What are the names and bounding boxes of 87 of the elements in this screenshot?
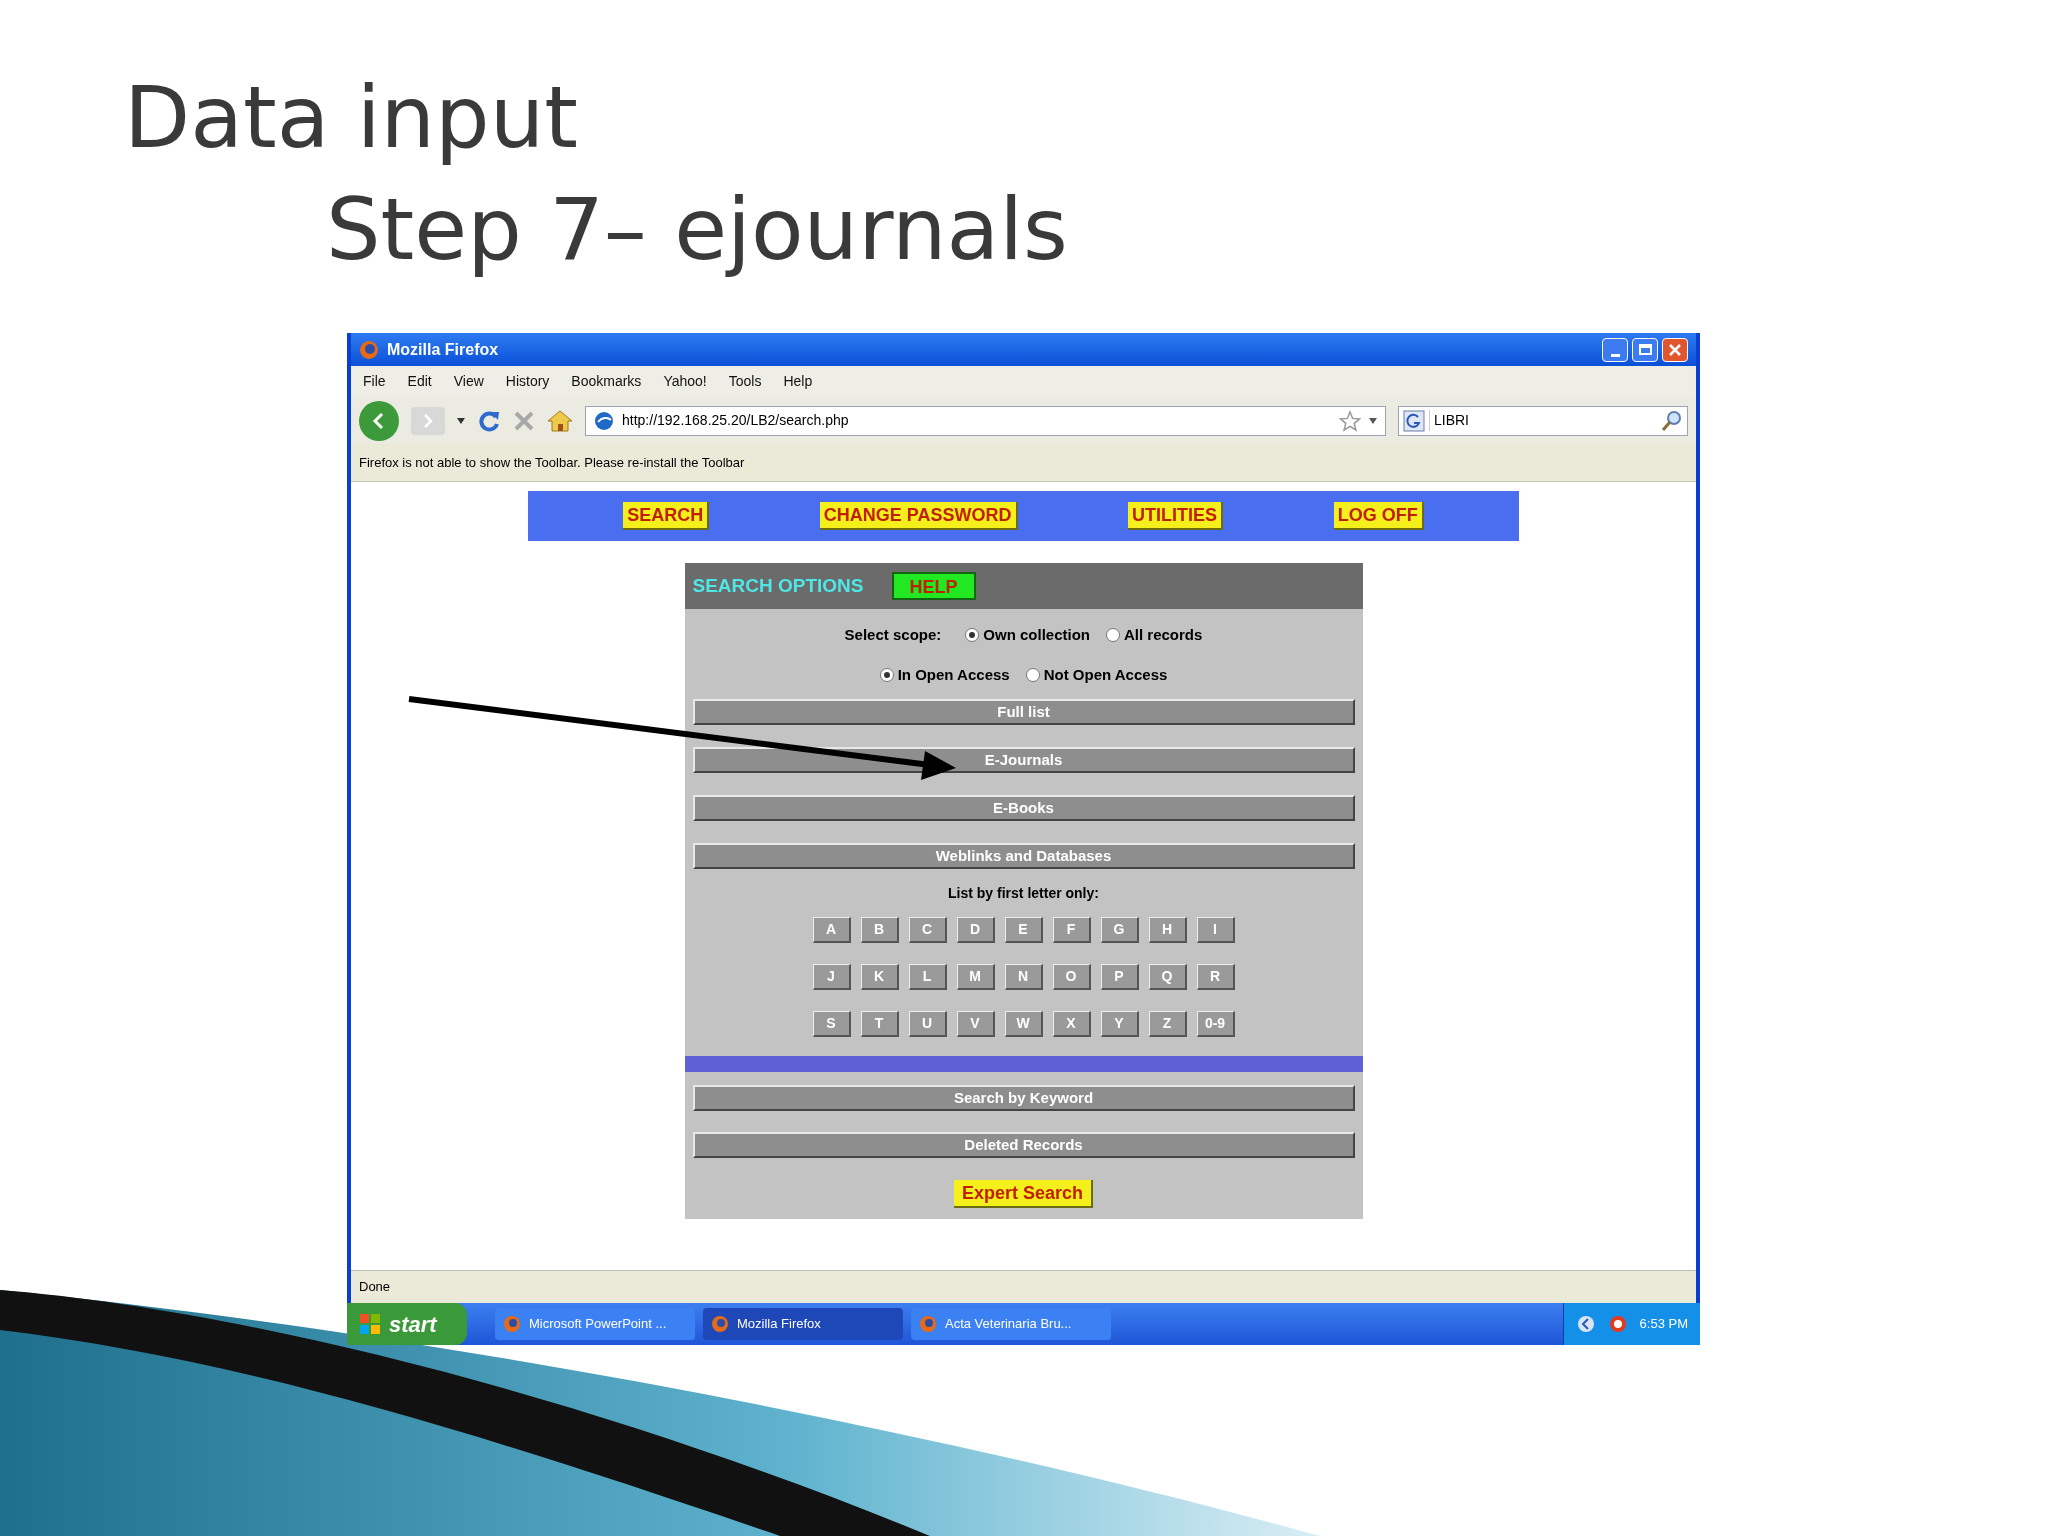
option-button[interactable]: E-Books — [692, 795, 1355, 821]
letter-button[interactable]: A — [812, 917, 851, 943]
menu-item[interactable]: Help — [783, 371, 813, 392]
letter-button[interactable]: Z — [1148, 1011, 1187, 1037]
letter-button[interactable]: N — [1004, 964, 1043, 990]
search-field[interactable]: LIBRI — [1398, 405, 1688, 436]
window-title: Mozilla Firefox — [387, 339, 499, 360]
letter-button[interactable]: C — [908, 917, 947, 943]
letter-button[interactable]: P — [1100, 964, 1139, 990]
letter-button[interactable]: R — [1196, 964, 1235, 990]
letter-button[interactable]: E — [1004, 917, 1043, 943]
radio-option[interactable]: Not Open Access — [1025, 663, 1168, 687]
scope-label: Select scope: — [844, 624, 942, 645]
radio-option[interactable]: Own collection — [965, 623, 1090, 647]
option-button[interactable]: Full list — [692, 699, 1355, 725]
slide-subtitle: Step 7– ejournals — [326, 178, 1068, 281]
star-icon[interactable] — [1339, 409, 1361, 432]
nav-button[interactable]: LOG OFF — [1333, 502, 1424, 530]
minimize-button[interactable] — [1602, 337, 1628, 362]
taskbar-button[interactable]: Acta Veterinaria Bru... — [911, 1308, 1111, 1340]
radio-button[interactable] — [965, 628, 980, 642]
letter-button[interactable]: V — [956, 1011, 995, 1037]
letter-button[interactable]: J — [812, 964, 851, 990]
back-button[interactable] — [359, 400, 399, 441]
letter-button[interactable]: S — [812, 1011, 851, 1037]
help-button[interactable]: HELP — [891, 572, 976, 600]
list-label: List by first letter only: — [948, 883, 1099, 903]
search-icon[interactable] — [1661, 409, 1683, 432]
panel-title: SEARCH OPTIONS — [692, 573, 864, 598]
menu-item[interactable]: Bookmarks — [571, 371, 642, 392]
option-button[interactable]: Deleted Records — [692, 1132, 1355, 1158]
status-text: Done — [359, 1278, 391, 1297]
radio-button[interactable] — [1025, 668, 1040, 682]
taskbar-button[interactable]: Microsoft PowerPoint ... — [495, 1308, 695, 1340]
menu-item[interactable]: History — [505, 371, 550, 392]
letter-button[interactable]: M — [956, 964, 995, 990]
letter-button[interactable]: G — [1100, 917, 1139, 943]
letter-button[interactable]: 0-9 — [1196, 1011, 1235, 1037]
close-icon — [1669, 343, 1681, 356]
tray-icon[interactable] — [1575, 1314, 1596, 1334]
menu-item[interactable]: Tools — [728, 371, 762, 392]
option-button[interactable]: Search by Keyword — [692, 1085, 1355, 1111]
nav-button[interactable]: UTILITIES — [1128, 502, 1224, 530]
close-button[interactable] — [1662, 337, 1688, 362]
menu-item[interactable]: Yahoo! — [663, 371, 707, 392]
notification-text: Firefox is not able to show the Toolbar. Please re-install the Toolbar — [359, 453, 745, 472]
letter-button[interactable]: X — [1052, 1011, 1091, 1037]
tray-icon[interactable] — [1607, 1314, 1628, 1334]
dropdown-icon[interactable] — [457, 417, 465, 424]
letter-button[interactable]: T — [860, 1011, 899, 1037]
radio-option[interactable]: In Open Access — [879, 663, 1010, 687]
letter-button[interactable]: U — [908, 1011, 947, 1037]
app-icon — [503, 1315, 521, 1333]
letter-button[interactable]: Q — [1148, 964, 1187, 990]
radio-button[interactable] — [879, 668, 894, 682]
menu-item[interactable]: File — [363, 371, 386, 392]
letter-button[interactable]: I — [1196, 917, 1235, 943]
start-button[interactable]: start — [347, 1303, 467, 1345]
nav-button[interactable]: CHANGE PASSWORD — [819, 502, 1018, 530]
app-icon — [711, 1315, 729, 1333]
taskbar-button[interactable]: Mozilla Firefox — [703, 1308, 903, 1340]
option-button[interactable]: E-Journals — [692, 747, 1355, 773]
radio-button[interactable] — [1106, 628, 1120, 642]
clock: 6:53 PM — [1639, 1315, 1688, 1334]
slide-title: Data input — [124, 66, 578, 169]
letter-button[interactable]: O — [1052, 964, 1091, 990]
maximize-button[interactable] — [1632, 337, 1658, 362]
address-field[interactable]: http://192.168.25.20/LB2/search.php — [585, 405, 1386, 436]
letter-button[interactable]: L — [908, 964, 947, 990]
dropdown-icon[interactable] — [1369, 417, 1377, 424]
letter-button[interactable]: F — [1052, 917, 1091, 943]
home-icon[interactable] — [547, 408, 573, 433]
letter-button[interactable]: Y — [1100, 1011, 1139, 1037]
radio-option[interactable]: All records — [1106, 623, 1203, 647]
letter-button[interactable]: H — [1148, 917, 1187, 943]
search-engine-icon[interactable] — [1403, 409, 1425, 432]
menu-item[interactable]: View — [453, 371, 484, 392]
nav-button[interactable]: SEARCH — [623, 502, 710, 530]
windows-logo-icon — [359, 1313, 381, 1335]
menu-item[interactable]: Edit — [407, 371, 432, 392]
letter-button[interactable]: K — [860, 964, 899, 990]
letter-button[interactable]: D — [956, 917, 995, 943]
letter-button[interactable]: W — [1004, 1011, 1043, 1037]
expert-search-button[interactable]: Expert Search — [953, 1180, 1094, 1208]
letter-button[interactable]: B — [860, 917, 899, 943]
app-icon — [919, 1315, 937, 1333]
option-button[interactable]: Weblinks and Databases — [692, 843, 1355, 869]
